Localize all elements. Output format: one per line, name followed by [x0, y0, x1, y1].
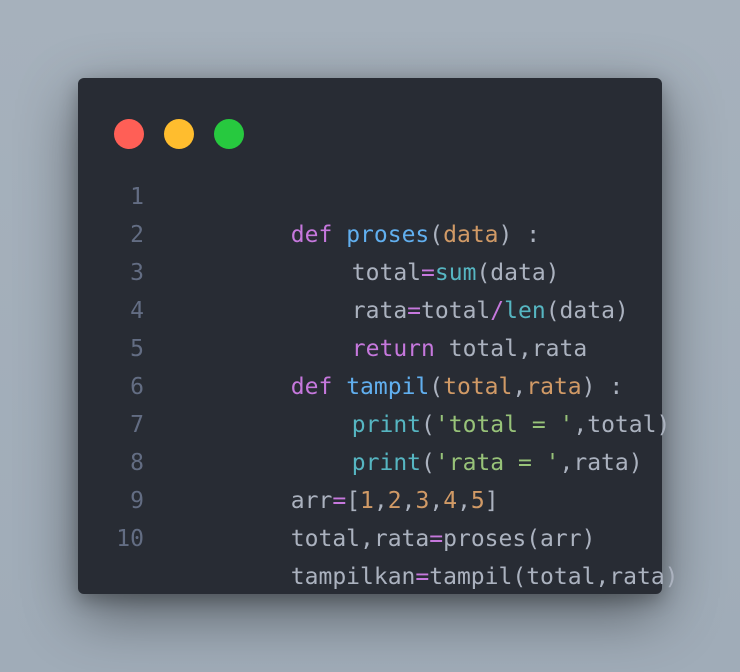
- code-line: 2 total=sum(data): [78, 216, 662, 286]
- line-number: 1: [130, 184, 144, 210]
- minimize-dot-icon: [164, 119, 194, 149]
- code-line: 9 total,rata=proses(arr): [78, 482, 662, 552]
- line-number: 8: [130, 450, 144, 476]
- maximize-dot-icon: [214, 119, 244, 149]
- code-line: 5 def tampil(total,rata) :: [78, 330, 662, 400]
- line-number: 9: [130, 488, 144, 514]
- line-number: 6: [130, 374, 144, 400]
- line-number: 2: [130, 222, 144, 248]
- line-number: 7: [130, 412, 144, 438]
- code-token: tampil(total,rata): [429, 564, 679, 590]
- line-number: 5: [130, 336, 144, 362]
- line-source: tampilkan=tampil(total,rata): [180, 520, 679, 634]
- code-line: 10 tampilkan=tampil(total,rata): [78, 520, 678, 590]
- code-line: 6 print('total = ',total): [78, 368, 670, 438]
- code-line: 7 print('rata = ',rata): [78, 406, 662, 476]
- close-dot-icon: [114, 119, 144, 149]
- code-window: 1 def proses(data) : 2 total=sum(data) 3…: [78, 78, 679, 594]
- code-line: 8 arr=[1,2,3,4,5]: [78, 444, 662, 514]
- code-line: 3 rata=total/len(data): [78, 254, 662, 324]
- code-line: 1 def proses(data) :: [78, 178, 662, 248]
- line-number: 4: [130, 298, 144, 324]
- line-number: 3: [130, 260, 144, 286]
- line-number: 10: [116, 526, 144, 552]
- code-line: 4 return total,rata: [78, 292, 662, 362]
- code-block: 1 def proses(data) : 2 total=sum(data) 3…: [78, 178, 678, 590]
- code-token: =: [415, 564, 430, 590]
- code-token: tampilkan: [290, 564, 416, 590]
